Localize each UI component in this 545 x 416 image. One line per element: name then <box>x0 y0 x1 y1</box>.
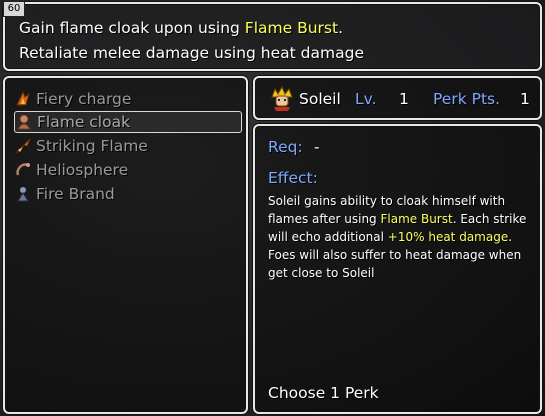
striking-flame-icon <box>14 137 32 155</box>
perk-item-flame-cloak[interactable]: Flame cloak <box>14 111 242 133</box>
perk-label: Flame cloak <box>37 113 131 131</box>
perk-list-panel: Fiery charge Flame cloak Striking Flame … <box>3 76 248 414</box>
perk-label: Fire Brand <box>36 185 115 203</box>
heat-damage-highlight: +10% heat damage <box>387 230 509 244</box>
requirement-label: Req: <box>268 138 303 156</box>
description-text: Gain flame cloak upon using <box>19 19 245 37</box>
perk-points-label: Perk Pts. <box>433 90 501 108</box>
character-name: Soleil <box>299 90 341 108</box>
requirement-value: - <box>314 138 320 156</box>
description-line-1: Gain flame cloak upon using Flame Burst. <box>19 19 343 37</box>
description-text: . <box>338 19 343 37</box>
fire-brand-icon <box>14 185 32 203</box>
perk-label: Heliosphere <box>36 161 129 179</box>
perk-label: Striking Flame <box>36 137 148 155</box>
character-info-panel: Soleil Lv. 1 Perk Pts. 1 <box>253 76 542 120</box>
fiery-charge-icon <box>14 90 32 108</box>
perk-item-fire-brand[interactable]: Fire Brand <box>14 183 242 205</box>
level-value: 1 <box>399 90 409 108</box>
level-label: Lv. <box>355 90 377 108</box>
flame-burst-highlight: Flame Burst <box>244 19 339 37</box>
perk-item-fiery-charge[interactable]: Fiery charge <box>14 88 242 110</box>
character-avatar <box>269 85 295 111</box>
perk-detail-panel: Req: - Effect: Soleil gains ability to c… <box>253 124 542 414</box>
effect-label: Effect: <box>268 169 318 187</box>
choose-perk-prompt: Choose 1 Perk <box>268 384 379 402</box>
description-line-2: Retaliate melee damage using heat damage <box>19 44 364 62</box>
effect-description: Soleil gains ability to cloak himself wi… <box>268 192 536 282</box>
perk-label: Fiery charge <box>36 90 132 108</box>
flame-burst-highlight: Flame Burst <box>380 212 453 226</box>
perk-item-striking-flame[interactable]: Striking Flame <box>14 135 242 157</box>
flame-cloak-icon <box>15 113 33 131</box>
perk-points-value: 1 <box>520 90 530 108</box>
perk-item-heliosphere[interactable]: Heliosphere <box>14 159 242 181</box>
heliosphere-icon <box>14 161 32 179</box>
level-badge: 60 <box>3 1 25 17</box>
perk-description-panel: Gain flame cloak upon using Flame Burst.… <box>3 2 542 71</box>
